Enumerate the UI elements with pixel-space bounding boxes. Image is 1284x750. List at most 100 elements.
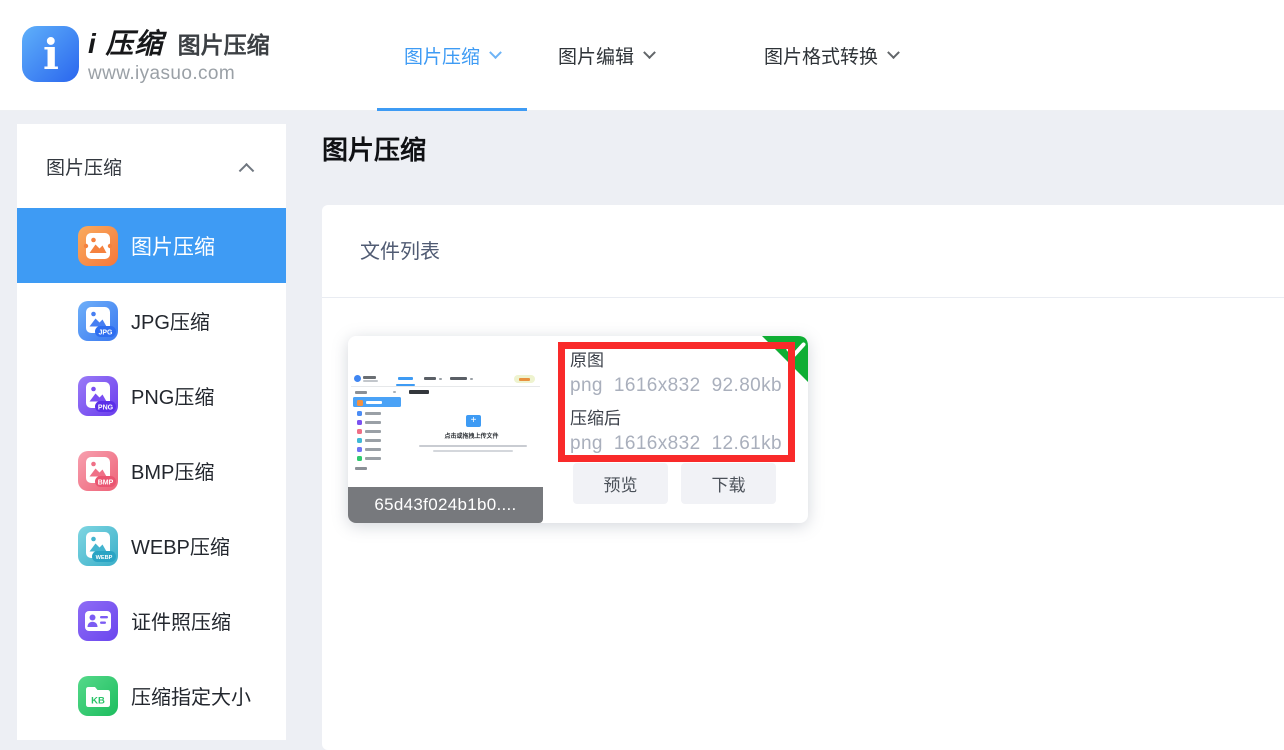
thumb-bar [439,378,442,380]
sidebar-group-title: 图片压缩 [46,153,122,180]
svg-text:i: i [43,30,59,79]
nav-tab-label: 图片编辑 [558,42,634,69]
brand-product: 图片压缩 [178,26,270,60]
top-header: i i 压缩 图片压缩 www.iyasuo.com 图片压缩 图片编辑 图片格… [0,0,1284,111]
sidebar-item-label: PNG压缩 [131,381,214,410]
original-format: png [570,375,603,396]
site-logo[interactable]: i i 压缩 图片压缩 www.iyasuo.com [22,22,270,85]
thumb-bar [393,391,396,393]
nav-tab-image-compress[interactable]: 图片压缩 [377,0,527,111]
thumb-bar [355,391,367,394]
thumbnail-mini-screenshot: + 点击或拖拽上传文件 [351,372,540,486]
thumb-bar [366,401,382,404]
sidebar-item-id-photo-compress[interactable]: 证件照压缩 [17,583,286,658]
sidebar-item-label: WEBP压缩 [131,531,230,560]
thumb-icon [357,400,363,406]
thumb-bar [365,439,381,442]
id-photo-icon [78,601,118,641]
sidebar-item-label: 图片压缩 [131,231,215,261]
thumb-icon [357,429,362,434]
thumb-icon [357,420,362,425]
file-list-title: 文件列表 [360,235,440,264]
bmp-compress-icon: BMP [78,451,118,491]
sidebar: 图片压缩 图片压缩 JPG JPG压缩 PNG [17,124,286,740]
preview-button[interactable]: 预览 [573,463,668,504]
compressed-size: 12.61kb [712,433,782,454]
svg-text:PNG: PNG [98,404,114,411]
nav-tab-label: 图片格式转换 [764,42,878,69]
sidebar-group-image-compress[interactable]: 图片压缩 [17,124,286,208]
thumb-bar [519,378,530,381]
nav-tab-label: 图片压缩 [404,42,480,69]
download-button[interactable]: 下载 [681,463,776,504]
thumb-nav-bar [450,377,467,380]
file-thumbnail[interactable]: + 点击或拖拽上传文件 65d43f024b1b0.... [348,336,543,523]
svg-text:WEBP: WEBP [96,555,113,561]
file-name: 65d43f024b1b0.... [374,495,516,515]
thumb-divider [351,386,540,387]
thumb-logo-dot [354,375,361,382]
kb-folder-icon: KB [78,676,118,716]
svg-text:BMP: BMP [98,479,114,486]
compressed-info: png 1616x832 12.61kb [570,430,793,458]
chevron-down-icon [887,46,900,59]
compressed-label: 压缩后 [570,407,793,430]
sidebar-item-label: JPG压缩 [131,306,210,335]
sidebar-item-jpg-compress[interactable]: JPG JPG压缩 [17,283,286,358]
svg-text:JPG: JPG [98,329,113,336]
logo-i-icon: i [22,26,79,82]
thumb-bar [365,457,381,460]
thumb-bar [365,421,381,424]
sidebar-item-bmp-compress[interactable]: BMP BMP压缩 [17,433,286,508]
thumb-upload-hint: 点击或拖拽上传文件 [403,431,540,440]
brand-name: i 压缩 [88,22,164,62]
file-info: 原图 png1616x83292.80kb 压缩后 png1616x83212.… [570,349,793,458]
chevron-up-icon [239,162,255,178]
thumb-bar [365,448,381,451]
nav-tab-image-edit[interactable]: 图片编辑 [531,0,681,111]
sidebar-item-label: 证件照压缩 [131,606,231,635]
thumb-bar [355,467,367,470]
thumb-bar [419,445,527,447]
png-compress-icon: PNG [78,376,118,416]
jpg-compress-icon: JPG [78,301,118,341]
thumb-bar [365,430,381,433]
chevron-down-icon [489,46,502,59]
thumb-icon [357,438,362,443]
image-compress-icon [78,226,118,266]
compressed-dimensions: 1616x832 [614,433,701,454]
sidebar-item-png-compress[interactable]: PNG PNG压缩 [17,358,286,433]
svg-text:KB: KB [91,695,105,706]
original-dimensions: 1616x832 [614,375,701,396]
sidebar-item-label: BMP压缩 [131,456,214,485]
thumb-icon [357,456,362,461]
logo-texts: i 压缩 图片压缩 www.iyasuo.com [88,22,270,85]
sidebar-item-webp-compress[interactable]: WEBP WEBP压缩 [17,508,286,583]
thumb-bar [433,450,513,452]
file-actions: 预览 下载 [573,463,776,504]
site-url: www.iyasuo.com [88,63,270,85]
thumb-icon [357,411,362,416]
original-label: 原图 [570,349,793,372]
thumb-bar [363,380,378,382]
page-title: 图片压缩 [322,130,426,167]
original-info: png1616x83292.80kb [570,372,793,400]
active-tab-underline [377,108,527,111]
file-card: + 点击或拖拽上传文件 65d43f024b1b0.... 原图 png 1616… [348,336,808,523]
thumb-icon [357,447,362,452]
thumb-title-bar [409,390,429,394]
thumb-upload-plus: + [466,415,481,427]
nav-tab-format-convert[interactable]: 图片格式转换 [737,0,925,111]
thumb-nav-bar [398,377,413,380]
thumb-bar [470,378,473,380]
file-list-panel: 文件列表 [322,205,1284,750]
chevron-down-icon [643,46,656,59]
thumb-bar [363,376,376,379]
sidebar-item-label: 压缩指定大小 [131,681,251,710]
webp-compress-icon: WEBP [78,526,118,566]
sidebar-item-image-compress[interactable]: 图片压缩 [17,208,286,283]
compressed-format: png [570,433,603,454]
file-name-bar: 65d43f024b1b0.... [348,487,543,523]
sidebar-item-compress-to-size[interactable]: KB 压缩指定大小 [17,658,286,733]
thumb-nav-bar [424,377,436,380]
